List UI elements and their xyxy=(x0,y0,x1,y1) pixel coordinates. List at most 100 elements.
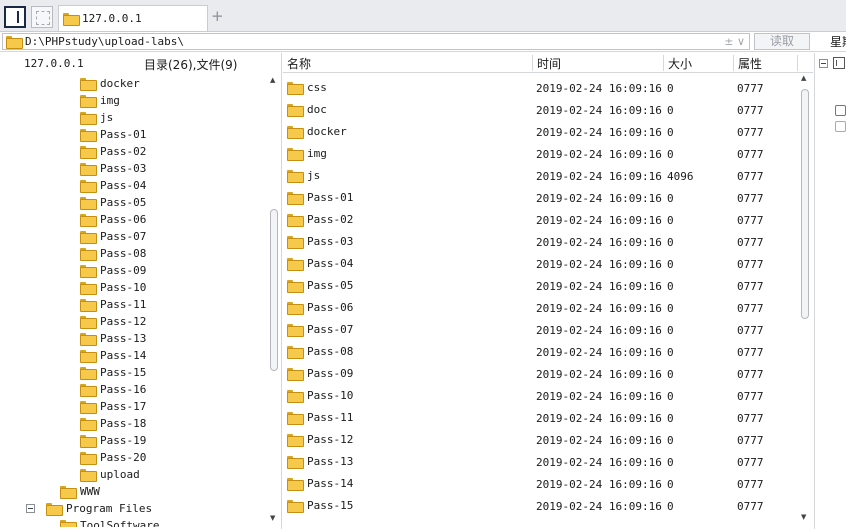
tree-item[interactable]: WWW xyxy=(60,483,100,500)
tree-item[interactable]: Pass-12 xyxy=(80,313,146,330)
tree-item-label: Pass-15 xyxy=(100,366,147,379)
column-time[interactable]: 时间 xyxy=(537,55,561,72)
tree-item[interactable]: Pass-13 xyxy=(80,330,146,347)
tree-item[interactable]: Pass-18 xyxy=(80,415,146,432)
row-name: js xyxy=(287,169,320,183)
table-row[interactable]: Pass-04 2019-02-24 16:09:16 0 0777 xyxy=(283,253,798,275)
tree-item[interactable]: Pass-17 xyxy=(80,398,146,415)
table-row[interactable]: doc 2019-02-24 16:09:16 0 0777 xyxy=(283,99,798,121)
folder-icon xyxy=(80,214,97,227)
row-size: 0 xyxy=(667,390,674,403)
tree-item[interactable]: docker xyxy=(80,75,140,92)
tree-header: 127.0.0.1 目录(26),文件(9) xyxy=(0,53,281,73)
collapse-icon[interactable] xyxy=(26,504,35,513)
row-name: Pass-12 xyxy=(287,433,353,447)
row-size: 0 xyxy=(667,148,674,161)
tree-scrollbar[interactable]: ▲ ▼ xyxy=(268,75,281,527)
tree-item[interactable]: Pass-10 xyxy=(80,279,146,296)
row-time: 2019-02-24 16:09:16 xyxy=(536,346,662,359)
tree-item[interactable]: js xyxy=(80,109,113,126)
row-time: 2019-02-24 16:09:16 xyxy=(536,104,662,117)
row-name: Pass-14 xyxy=(287,477,353,491)
folder-icon xyxy=(80,180,97,193)
list-scrollbar[interactable]: ▲ ▼ xyxy=(798,73,812,529)
tree-item[interactable]: Pass-16 xyxy=(80,381,146,398)
tree-item[interactable]: ToolSoftware xyxy=(60,517,159,527)
new-tab-button[interactable]: + xyxy=(211,8,224,24)
table-row[interactable]: Pass-10 2019-02-24 16:09:16 0 0777 xyxy=(283,385,798,407)
table-row[interactable]: Pass-06 2019-02-24 16:09:16 0 0777 xyxy=(283,297,798,319)
table-row[interactable]: Pass-05 2019-02-24 16:09:16 0 0777 xyxy=(283,275,798,297)
panel-icon[interactable] xyxy=(833,57,845,69)
terminal-icon[interactable] xyxy=(835,105,846,116)
row-time: 2019-02-24 16:09:16 xyxy=(536,258,662,271)
tree-item[interactable]: Pass-07 xyxy=(80,228,146,245)
tree-item-label: Pass-18 xyxy=(100,417,147,430)
folder-icon xyxy=(287,126,304,139)
tree-item[interactable]: Pass-11 xyxy=(80,296,146,313)
path-dropdown-controls[interactable]: ± ∨ xyxy=(724,35,745,48)
path-input[interactable]: D:\PHPstudy\upload-labs\ ± ∨ xyxy=(2,33,750,50)
row-name: Pass-06 xyxy=(287,301,353,315)
column-size[interactable]: 大小 xyxy=(668,55,692,72)
row-name-text: css xyxy=(307,81,327,94)
tree-item[interactable]: Pass-02 xyxy=(80,143,146,160)
table-row[interactable]: js 2019-02-24 16:09:16 4096 0777 xyxy=(283,165,798,187)
tree-item[interactable]: Program Files xyxy=(26,500,152,517)
tree-item[interactable]: Pass-15 xyxy=(80,364,146,381)
folder-icon xyxy=(287,82,304,95)
folder-icon xyxy=(287,236,304,249)
table-row[interactable]: Pass-12 2019-02-24 16:09:16 0 0777 xyxy=(283,429,798,451)
tree-item[interactable]: Pass-14 xyxy=(80,347,146,364)
tree-item[interactable]: Pass-08 xyxy=(80,245,146,262)
table-row[interactable]: Pass-11 2019-02-24 16:09:16 0 0777 xyxy=(283,407,798,429)
table-row[interactable]: Pass-09 2019-02-24 16:09:16 0 0777 xyxy=(283,363,798,385)
scroll-thumb[interactable] xyxy=(801,89,809,319)
table-row[interactable]: docker 2019-02-24 16:09:16 0 0777 xyxy=(283,121,798,143)
table-row[interactable]: Pass-02 2019-02-24 16:09:16 0 0777 xyxy=(283,209,798,231)
tree-item[interactable]: upload xyxy=(80,466,140,483)
row-size: 4096 xyxy=(667,170,694,183)
column-name[interactable]: 名称 xyxy=(287,55,311,72)
scroll-thumb[interactable] xyxy=(270,209,278,371)
row-time: 2019-02-24 16:09:16 xyxy=(536,434,662,447)
collapse-icon[interactable] xyxy=(819,59,828,68)
table-row[interactable]: Pass-01 2019-02-24 16:09:16 0 0777 xyxy=(283,187,798,209)
table-row[interactable]: Pass-03 2019-02-24 16:09:16 0 0777 xyxy=(283,231,798,253)
folder-icon xyxy=(80,112,97,125)
tree-item[interactable]: Pass-05 xyxy=(80,194,146,211)
row-name-text: Pass-04 xyxy=(307,257,354,270)
row-name: Pass-15 xyxy=(287,499,353,513)
scroll-up-icon[interactable]: ▲ xyxy=(270,76,275,84)
tree-item[interactable]: Pass-20 xyxy=(80,449,146,466)
row-name-text: Pass-10 xyxy=(307,389,354,402)
column-attr[interactable]: 属性 xyxy=(738,55,762,72)
table-row[interactable]: Pass-07 2019-02-24 16:09:16 0 0777 xyxy=(283,319,798,341)
table-row[interactable]: Pass-08 2019-02-24 16:09:16 0 0777 xyxy=(283,341,798,363)
panel-toggle-icon[interactable] xyxy=(4,6,26,28)
folder-icon xyxy=(287,214,304,227)
tree-item[interactable]: img xyxy=(80,92,120,109)
tree-item-label: ToolSoftware xyxy=(80,519,160,527)
tree-item[interactable]: Pass-06 xyxy=(80,211,146,228)
tree-item[interactable]: Pass-19 xyxy=(80,432,146,449)
row-time: 2019-02-24 16:09:16 xyxy=(536,280,662,293)
tree-item[interactable]: Pass-01 xyxy=(80,126,146,143)
scroll-up-icon[interactable]: ▲ xyxy=(801,74,806,82)
table-row[interactable]: Pass-13 2019-02-24 16:09:16 0 0777 xyxy=(283,451,798,473)
table-row[interactable]: css 2019-02-24 16:09:16 0 0777 xyxy=(283,77,798,99)
tree-item[interactable]: Pass-03 xyxy=(80,160,146,177)
table-row[interactable]: img 2019-02-24 16:09:16 0 0777 xyxy=(283,143,798,165)
table-row[interactable]: Pass-15 2019-02-24 16:09:16 0 0777 xyxy=(283,495,798,517)
table-row[interactable]: Pass-14 2019-02-24 16:09:16 0 0777 xyxy=(283,473,798,495)
blank-tab-icon[interactable] xyxy=(31,6,53,28)
clipboard-icon[interactable] xyxy=(835,121,846,132)
row-size: 0 xyxy=(667,346,674,359)
read-button[interactable]: 读取 xyxy=(754,33,810,50)
tree-item[interactable]: Pass-04 xyxy=(80,177,146,194)
tab-active[interactable]: 127.0.0.1 xyxy=(58,5,208,31)
tree-item[interactable]: Pass-09 xyxy=(80,262,146,279)
scroll-down-icon[interactable]: ▼ xyxy=(270,514,275,522)
folder-icon xyxy=(80,469,97,482)
scroll-down-icon[interactable]: ▼ xyxy=(801,513,806,521)
